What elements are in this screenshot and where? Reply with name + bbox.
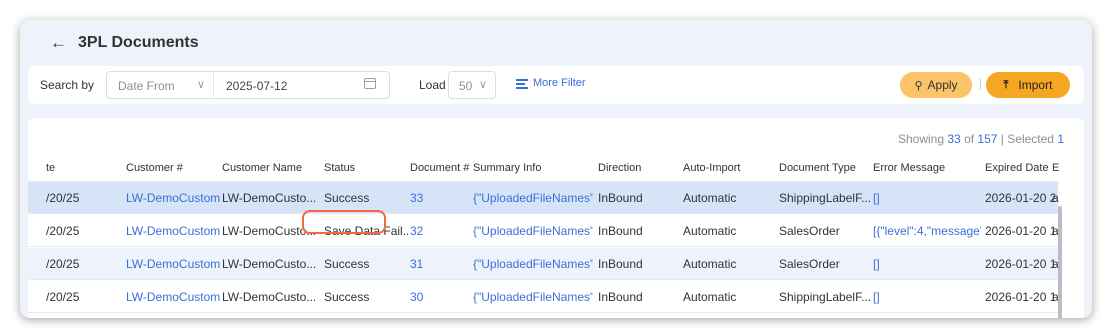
status-cell: Success [324,256,370,271]
table-row[interactable]: /20/25 LW-DemoCustom LW-DemoCusto... Save D… [28,215,1059,247]
customer-name-column-header[interactable]: Customer Name [222,154,322,181]
error-message-cell[interactable]: [] [873,281,981,312]
auto-import-column-header[interactable]: Auto-Import [683,154,775,181]
total-count: 157 [977,132,998,146]
selected-count: 1 [1057,132,1064,146]
status-column-header[interactable]: Status [324,154,408,181]
table-row[interactable]: /20/25 LW-DemoCustom LW-DemoCusto... Succes… [28,281,1059,313]
summary-info-cell[interactable]: {"UploadedFileNames":" [473,281,593,312]
direction-cell: InBound [598,223,643,238]
customer-name-cell: LW-DemoCusto... [222,289,317,304]
table-header: te Customer # Customer Name Status Document … [28,154,1059,182]
status-cell: Success [324,289,370,304]
expired-date-cell: 2026-01-20 20:... [985,190,1055,205]
date-cell: /20/25 [46,190,80,205]
customer-name-cell: LW-DemoCusto... [222,190,317,205]
table-row[interactable]: /20/25 LW-DemoCustom LW-DemoCusto... Succes… [28,182,1059,214]
date-filter-field[interactable]: Date From ∨ 2025-07-12 [106,71,390,99]
selected-label: Selected [1007,132,1054,146]
auto-import-cell: Automatic [683,223,737,238]
summary-info-cell[interactable]: {"UploadedFileNames":" [473,182,593,213]
document-type-cell: ShippingLabelF... [779,190,871,205]
direction-column-header[interactable]: Direction [598,154,680,181]
date-cell: /20/25 [46,289,80,304]
document-number-cell[interactable]: 31 [410,248,472,279]
date-column-header[interactable]: te [46,154,116,181]
filter-bar: Search by Date From ∨ 2025-07-12 Load 50… [28,66,1084,104]
apply-label: Apply [927,78,958,92]
status-cell-highlight [302,210,386,234]
direction-cell: InBound [598,256,643,271]
date-field-selector[interactable]: Date From [118,79,175,93]
expired-date-cell: 2026-01-20 19:... [985,223,1055,238]
direction-cell: InBound [598,190,643,205]
button-divider: | [979,76,983,90]
load-count-select[interactable]: 50 ∨ [448,71,496,99]
status-cell: Success [324,190,370,205]
of-label: of [964,132,975,146]
summary-info-column-header[interactable]: Summary Info [473,154,593,181]
customer-number-cell[interactable]: LW-DemoCustom [126,182,220,213]
direction-cell: InBound [598,289,643,304]
shown-count: 33 [947,132,961,146]
customer-name-cell: LW-DemoCusto... [222,256,317,271]
document-type-cell: ShippingLabelF... [779,289,871,304]
document-number-column-header[interactable]: Document # [410,154,472,181]
error-message-cell[interactable]: [] [873,248,981,279]
auto-import-cell: Automatic [683,289,737,304]
customer-number-cell[interactable]: LW-DemoCustom [126,215,220,246]
summary-info-cell[interactable]: {"UploadedFileNames":" [473,248,593,279]
auto-import-cell: Automatic [683,256,737,271]
documents-panel: Showing 33 of 157 | Selected 1 te Custome… [28,118,1084,318]
chevron-down-icon[interactable]: ∨ [479,78,487,91]
error-message-column-header[interactable]: Error Message [873,154,981,181]
filter-sliders-icon [516,78,528,89]
error-message-cell[interactable]: [] [873,182,981,213]
date-input[interactable]: 2025-07-12 [226,79,287,93]
document-type-cell: SalesOrder [779,223,840,238]
more-filter-button[interactable]: More Filter [516,77,586,89]
import-label: Import [1018,78,1053,92]
record-summary: Showing 33 of 157 | Selected 1 [898,132,1064,146]
calendar-icon[interactable] [364,78,376,89]
more-filter-label: More Filter [533,77,586,89]
customer-number-cell[interactable]: LW-DemoCustom [126,281,220,312]
date-cell: /20/25 [46,223,80,238]
expired-date-cell: 2026-01-20 19:... [985,289,1055,304]
document-number-cell[interactable]: 33 [410,182,472,213]
expired-date-cell: 2026-01-20 19:... [985,256,1055,271]
error-message-cell[interactable]: [{"level":4,"message" [873,215,981,246]
page-title: 3PL Documents [78,34,199,51]
search-by-label: Search by [40,78,95,92]
document-number-cell[interactable]: 32 [410,215,472,246]
load-label: Load [419,78,446,92]
document-type-column-header[interactable]: Document Type [779,154,871,181]
search-icon: ⚲ [914,79,923,92]
auto-import-cell: Automatic [683,190,737,205]
extra-column-header[interactable]: E [1052,154,1062,181]
summary-info-cell[interactable]: {"UploadedFileNames":" [473,215,593,246]
showing-label: Showing [897,132,945,146]
date-cell: /20/25 [46,256,80,271]
vertical-scrollbar[interactable] [1058,206,1062,318]
apply-button[interactable]: ⚲ Apply [900,72,972,98]
import-button[interactable]: ⤒ Import [986,72,1070,98]
field-divider [213,72,214,98]
summary-divider: | [1000,132,1004,146]
customer-number-cell[interactable]: LW-DemoCustom [126,248,220,279]
customer-number-column-header[interactable]: Customer # [126,154,220,181]
page-header: ← 3PL Documents [20,20,1092,66]
expired-date-column-header[interactable]: Expired Date [985,154,1055,181]
chevron-down-icon[interactable]: ∨ [197,78,205,91]
document-type-cell: SalesOrder [779,256,840,271]
table-row[interactable]: /20/25 LW-DemoCustom LW-DemoCusto... Succes… [28,248,1059,280]
app-window: ← 3PL Documents Search by Date From ∨ 20… [20,20,1092,318]
back-arrow-icon[interactable]: ← [50,34,67,52]
load-count-value: 50 [459,79,473,93]
document-number-cell[interactable]: 30 [410,281,472,312]
upload-icon: ⤒ [1003,78,1009,91]
